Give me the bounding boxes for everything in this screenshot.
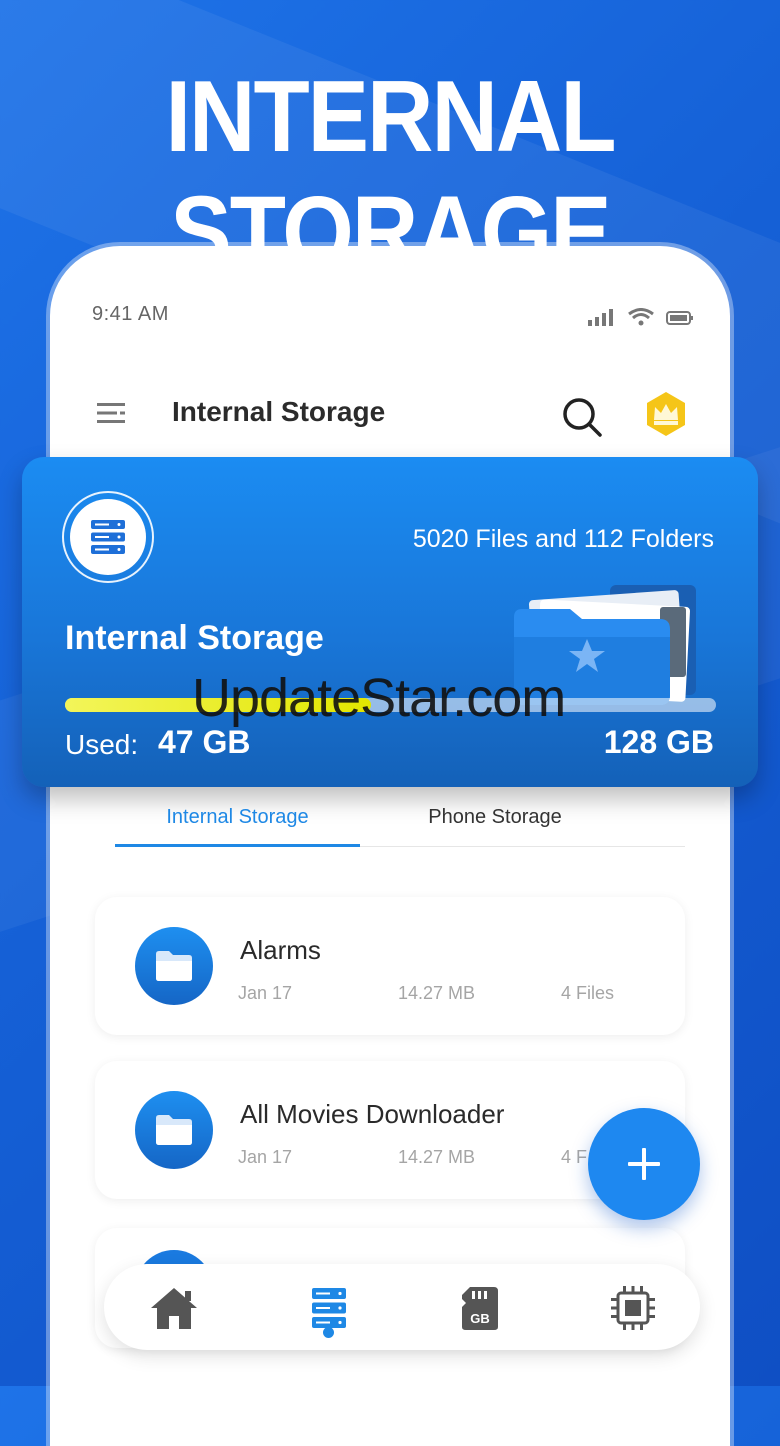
list-item[interactable]: Alarms Jan 17 14.27 MB 4 Files — [95, 897, 685, 1035]
storage-tabs: Internal Storage Phone Storage — [115, 800, 685, 848]
tab-internal-storage[interactable]: Internal Storage — [115, 806, 360, 829]
file-count: 4 F — [561, 1147, 588, 1167]
storage-icon — [91, 520, 125, 554]
file-name: All Movies Downloader — [240, 1099, 505, 1129]
page-title: Internal Storage — [172, 396, 386, 427]
add-button[interactable] — [588, 1108, 700, 1220]
card-title: Internal Storage — [65, 619, 324, 657]
sd-card-label: GB — [470, 1311, 490, 1326]
bottom-navigation: GB — [104, 1264, 700, 1350]
active-nav-indicator — [323, 1327, 334, 1338]
watermark-text: UpdateStar.com — [192, 668, 566, 728]
sd-card-icon: GB — [462, 1287, 498, 1330]
premium-crown-icon[interactable] — [642, 390, 690, 438]
status-time: 9:41 AM — [92, 303, 169, 325]
storage-icon — [312, 1288, 346, 1328]
home-icon — [151, 1288, 197, 1329]
total-value: 128 GB — [603, 724, 714, 760]
used-value: 47 GB — [158, 724, 251, 760]
file-count: 4 Files — [561, 983, 615, 1003]
nav-home[interactable] — [148, 1282, 200, 1334]
folder-icon — [135, 927, 213, 1005]
file-size: 14.27 MB — [398, 983, 476, 1003]
menu-icon[interactable] — [97, 402, 125, 424]
plus-icon — [628, 1148, 660, 1180]
active-tab-indicator — [115, 844, 360, 847]
battery-icon — [666, 311, 693, 325]
storage-summary-card[interactable]: 5020 Files and 112 Folders Internal Stor… — [22, 457, 758, 787]
tab-phone-storage[interactable]: Phone Storage — [405, 806, 585, 829]
file-date: Jan 17 — [238, 983, 293, 1003]
chip-icon — [611, 1286, 655, 1330]
file-name: Alarms — [240, 935, 321, 965]
wifi-icon — [628, 308, 654, 326]
folder-icon — [135, 1091, 213, 1169]
nav-chip[interactable] — [607, 1282, 659, 1334]
storage-badge — [62, 491, 154, 583]
status-icons — [588, 306, 694, 326]
file-size: 14.27 MB — [398, 1147, 476, 1167]
file-folder-count: 5020 Files and 112 Folders — [412, 525, 714, 553]
used-label: Used: — [65, 729, 139, 760]
nav-sd-card[interactable]: GB — [454, 1282, 506, 1334]
signal-icon — [588, 309, 613, 326]
file-date: Jan 17 — [238, 1147, 293, 1167]
search-icon[interactable] — [561, 396, 603, 438]
